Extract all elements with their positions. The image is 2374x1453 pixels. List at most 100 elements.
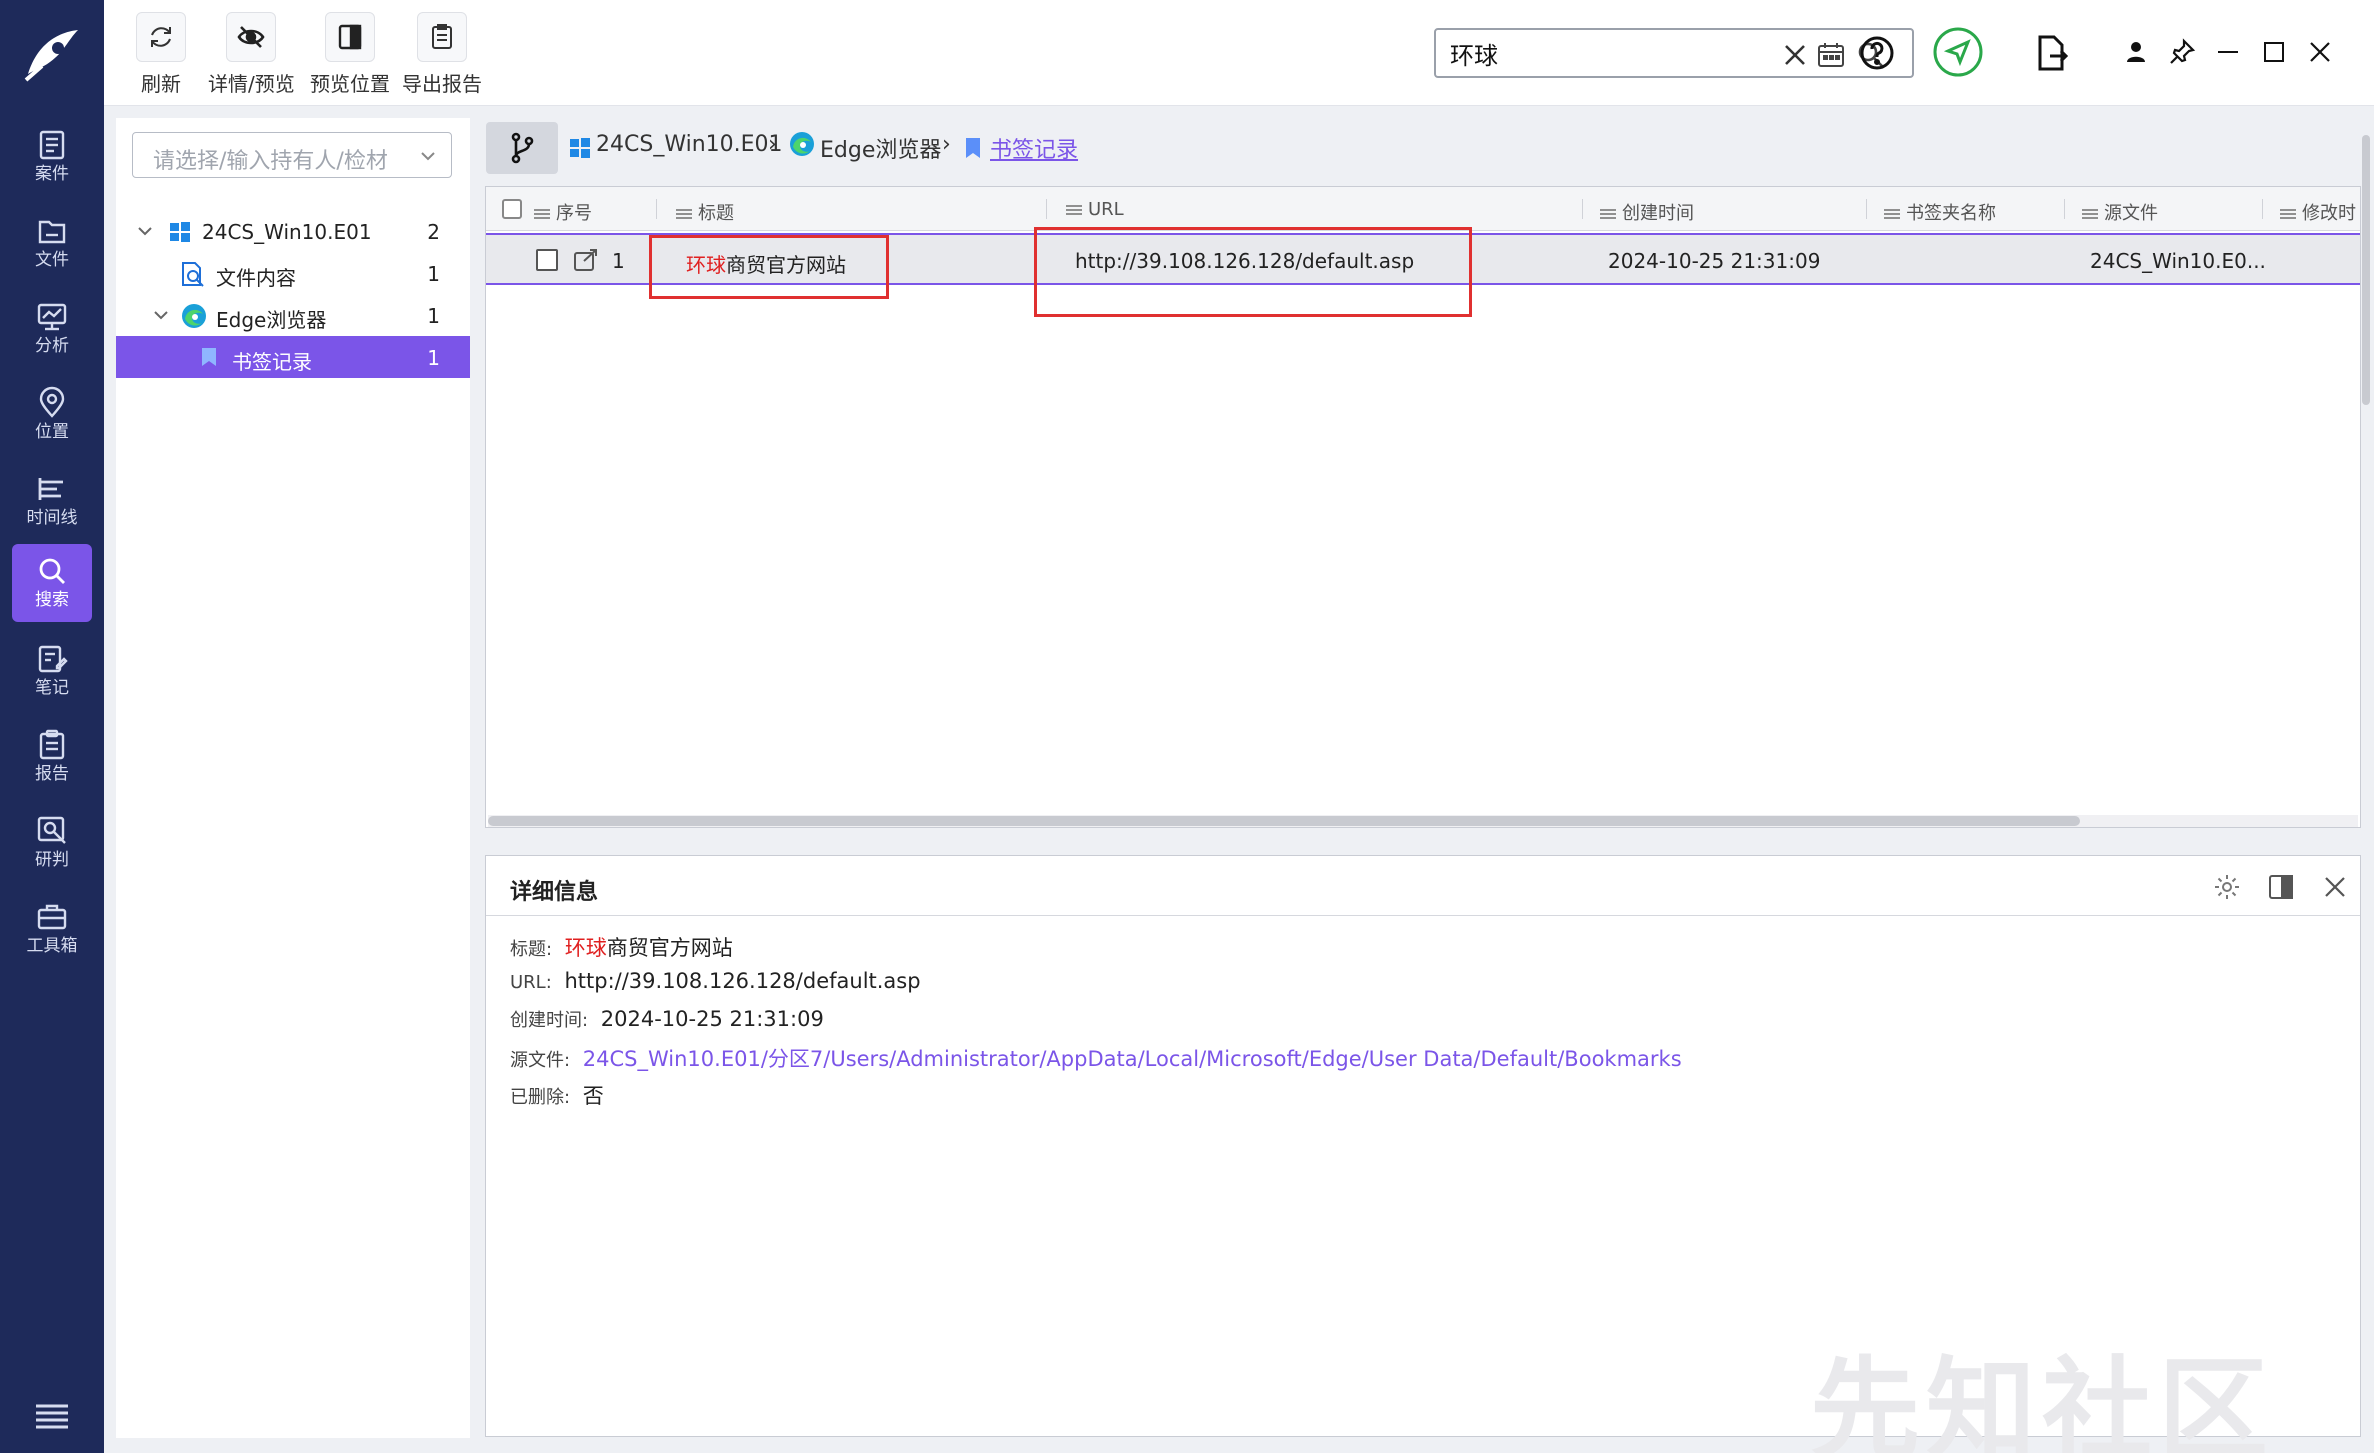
edge-browser-icon bbox=[182, 304, 206, 328]
clear-icon[interactable] bbox=[1780, 40, 1810, 70]
nav-note[interactable]: 笔记 bbox=[12, 632, 92, 710]
search-input[interactable] bbox=[1450, 38, 1750, 68]
nav-label: 案件 bbox=[35, 164, 69, 184]
nav-label: 工具箱 bbox=[26, 936, 78, 956]
chevron-right-icon: › bbox=[768, 132, 777, 157]
minimize-icon[interactable] bbox=[2212, 36, 2244, 68]
close-icon[interactable] bbox=[2320, 872, 2350, 902]
judge-icon bbox=[37, 816, 66, 844]
select-all-checkbox[interactable] bbox=[502, 199, 522, 219]
location-icon bbox=[39, 386, 65, 418]
tree-node-bookmarks[interactable]: 书签记录 1 bbox=[116, 336, 470, 378]
close-window-icon[interactable] bbox=[2304, 36, 2336, 68]
chevron-down-icon[interactable] bbox=[152, 306, 170, 324]
nav-location[interactable]: 位置 bbox=[12, 376, 92, 454]
watermark: 先知社区 bbox=[1810, 1346, 2274, 1453]
bookmark-icon bbox=[202, 348, 216, 366]
nav-label: 时间线 bbox=[26, 508, 78, 528]
windows-icon bbox=[170, 222, 190, 242]
column-folder[interactable]: 书签夹名称 bbox=[1884, 199, 1996, 225]
breadcrumb-item-edge[interactable]: Edge浏览器 bbox=[820, 132, 941, 164]
detail-url-row: URL: http://39.108.126.128/default.asp bbox=[510, 969, 921, 993]
global-search-box bbox=[1434, 28, 1914, 78]
column-index[interactable]: 序号 bbox=[534, 199, 592, 225]
chevron-down-icon bbox=[421, 152, 435, 161]
chevron-right-icon: › bbox=[942, 132, 951, 157]
details-title: 详细信息 bbox=[510, 880, 599, 905]
column-title[interactable]: 标题 bbox=[676, 199, 734, 225]
table-header: 序号 标题 URL 创建时间 书签夹名称 源文件 修改时 bbox=[486, 187, 2360, 231]
horizontal-scrollbar[interactable] bbox=[488, 815, 2358, 827]
tree-node-file-content[interactable]: 文件内容 1 bbox=[116, 252, 470, 294]
export-report-button[interactable]: 导出报告 bbox=[402, 12, 482, 97]
user-icon[interactable] bbox=[2120, 36, 2152, 68]
row-source: 24CS_Win10.E0... bbox=[2090, 249, 2266, 273]
nav-search[interactable]: 搜索 bbox=[12, 544, 92, 622]
chevron-down-icon[interactable] bbox=[136, 222, 154, 240]
holder-select[interactable]: 请选择/输入持有人/检材 bbox=[132, 132, 452, 178]
column-created[interactable]: 创建时间 bbox=[1600, 199, 1694, 225]
export-report-icon bbox=[432, 24, 452, 49]
report-icon bbox=[39, 729, 65, 760]
highlight-box-title bbox=[649, 235, 889, 299]
results-table: 序号 标题 URL 创建时间 书签夹名称 源文件 修改时 1 环球商贸官方网站 … bbox=[485, 186, 2361, 828]
detail-deleted-row: 已删除: 否 bbox=[510, 1084, 604, 1108]
highlight-box-url bbox=[1034, 227, 1472, 317]
help-icon[interactable] bbox=[1856, 32, 1898, 74]
nav-analysis[interactable]: 分析 bbox=[12, 290, 92, 368]
column-url[interactable]: URL bbox=[1066, 199, 1124, 220]
open-external-icon[interactable] bbox=[572, 247, 600, 273]
nav-label: 搜索 bbox=[35, 590, 69, 610]
eye-off-icon bbox=[237, 26, 265, 48]
source-file-link[interactable]: 24CS_Win10.E01/分区7/Users/Administrator/A… bbox=[583, 1047, 1682, 1071]
column-source[interactable]: 源文件 bbox=[2082, 199, 2158, 225]
vertical-scrollbar[interactable] bbox=[2362, 135, 2370, 405]
row-index: 1 bbox=[612, 249, 625, 273]
file-icon bbox=[38, 220, 66, 244]
breadcrumb-item-evidence[interactable]: 24CS_Win10.E01 bbox=[596, 132, 783, 157]
nav-timeline[interactable]: 时间线 bbox=[12, 462, 92, 540]
note-icon bbox=[38, 645, 68, 673]
row-checkbox[interactable] bbox=[536, 249, 558, 271]
app-logo-icon bbox=[24, 30, 78, 82]
refresh-icon bbox=[151, 27, 171, 47]
breadcrumb: 24CS_Win10.E01 › Edge浏览器 › 书签记录 bbox=[486, 122, 2366, 174]
detail-preview-button[interactable]: 详情/预览 bbox=[208, 12, 295, 97]
timeline-icon bbox=[38, 478, 63, 500]
column-modified[interactable]: 修改时 bbox=[2280, 199, 2356, 225]
nav-judge[interactable]: 研判 bbox=[12, 804, 92, 882]
panel-right-icon[interactable] bbox=[2266, 872, 2296, 902]
panel-right-icon bbox=[338, 24, 362, 50]
windows-icon bbox=[570, 138, 590, 158]
case-icon bbox=[39, 130, 65, 160]
left-nav: 案件 文件 分析 位置 时间线 搜索 笔记 报告 研判 工具箱 bbox=[0, 0, 104, 1453]
tree-node-evidence[interactable]: 24CS_Win10.E01 2 bbox=[116, 210, 470, 252]
detail-title-row: 标题: 环球商贸官方网站 bbox=[510, 936, 733, 960]
hamburger-menu-icon[interactable] bbox=[34, 1402, 70, 1430]
nav-case[interactable]: 案件 bbox=[12, 118, 92, 196]
nav-label: 报告 bbox=[35, 764, 69, 784]
nav-label: 笔记 bbox=[35, 678, 69, 698]
nav-label: 文件 bbox=[35, 250, 69, 270]
evidence-tree-panel: 请选择/输入持有人/检材 24CS_Win10.E01 2 文件内容 1 Edg… bbox=[116, 118, 470, 1438]
send-icon[interactable] bbox=[1932, 26, 1984, 78]
detail-created-row: 创建时间: 2024-10-25 21:31:09 bbox=[510, 1007, 824, 1031]
pin-icon[interactable] bbox=[2166, 36, 2198, 68]
detail-source-row: 源文件: 24CS_Win10.E01/分区7/Users/Administra… bbox=[510, 1047, 1682, 1071]
nav-label: 位置 bbox=[35, 422, 69, 442]
nav-file[interactable]: 文件 bbox=[12, 204, 92, 282]
toolbar: 刷新 详情/预览 预览位置 导出报告 bbox=[104, 0, 2374, 106]
maximize-icon[interactable] bbox=[2258, 36, 2290, 68]
file-export-icon[interactable] bbox=[2030, 32, 2072, 74]
refresh-button[interactable]: 刷新 bbox=[136, 12, 186, 97]
nav-toolbox[interactable]: 工具箱 bbox=[12, 890, 92, 968]
tree-node-edge[interactable]: Edge浏览器 1 bbox=[116, 294, 470, 336]
branch-icon bbox=[511, 132, 534, 164]
toolbox-icon bbox=[37, 904, 67, 930]
gear-icon[interactable] bbox=[2212, 872, 2242, 902]
branch-button[interactable] bbox=[486, 122, 558, 174]
calendar-icon[interactable] bbox=[1816, 40, 1846, 70]
breadcrumb-item-bookmarks[interactable]: 书签记录 bbox=[990, 132, 1078, 164]
nav-report[interactable]: 报告 bbox=[12, 718, 92, 796]
preview-position-button[interactable]: 预览位置 bbox=[310, 12, 390, 97]
